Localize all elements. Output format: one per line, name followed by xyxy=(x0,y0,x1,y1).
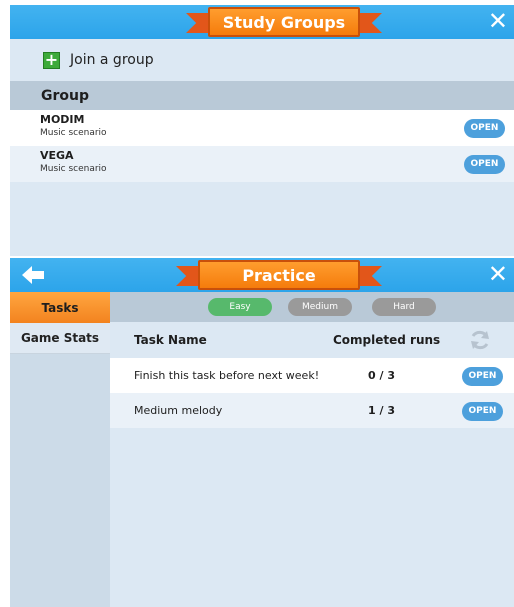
group-name: VEGA xyxy=(40,149,74,162)
open-group-button[interactable]: OPEN xyxy=(464,155,505,174)
sidebar-empty-area xyxy=(10,354,110,607)
task-completed-runs: 1 / 3 xyxy=(368,404,395,417)
study-groups-panel: Study Groups ✕ + Join a group Group MODI… xyxy=(10,5,514,256)
sidebar-tab-tasks[interactable]: Tasks xyxy=(10,292,110,323)
completed-runs-column-header: Completed runs xyxy=(333,333,441,347)
group-row: VEGA Music scenario OPEN xyxy=(10,146,514,182)
group-column-header: Group xyxy=(10,81,514,110)
practice-sidebar: Tasks Game Stats xyxy=(10,292,110,607)
difficulty-bar: Easy Medium Hard xyxy=(110,292,514,322)
join-group-label: Join a group xyxy=(70,52,154,68)
task-completed-runs: 0 / 3 xyxy=(368,369,395,382)
title-ribbon: Study Groups xyxy=(186,7,382,37)
open-task-button[interactable]: OPEN xyxy=(462,367,503,386)
close-icon[interactable]: ✕ xyxy=(488,261,508,287)
refresh-icon[interactable] xyxy=(468,329,492,351)
close-icon[interactable]: ✕ xyxy=(488,8,508,34)
task-name: Medium melody xyxy=(134,404,223,417)
practice-panel: Practice ✕ Tasks Game Stats Easy Medium … xyxy=(10,258,514,607)
open-task-button[interactable]: OPEN xyxy=(462,402,503,421)
open-group-button[interactable]: OPEN xyxy=(464,119,505,138)
practice-title-bar: Practice ✕ xyxy=(10,258,514,292)
study-groups-title-bar: Study Groups ✕ xyxy=(10,5,514,39)
task-name-column-header: Task Name xyxy=(134,333,207,347)
task-row: Finish this task before next week! 0 / 3… xyxy=(110,358,514,393)
plus-icon: + xyxy=(43,49,60,69)
task-table-header: Task Name Completed runs xyxy=(110,322,514,358)
group-name: MODIM xyxy=(40,113,85,126)
difficulty-medium-button[interactable]: Medium xyxy=(288,298,352,316)
task-row: Medium melody 1 / 3 OPEN xyxy=(110,393,514,428)
sidebar-tab-game-stats[interactable]: Game Stats xyxy=(10,323,110,354)
group-scenario: Music scenario xyxy=(40,164,107,174)
join-group-button[interactable]: + Join a group xyxy=(10,39,514,81)
title-ribbon: Practice xyxy=(176,260,382,290)
difficulty-easy-button[interactable]: Easy xyxy=(208,298,272,316)
tasks-content: Easy Medium Hard Task Name Completed run… xyxy=(110,292,514,607)
practice-title: Practice xyxy=(198,260,360,290)
group-scenario: Music scenario xyxy=(40,128,107,138)
task-list-empty-area xyxy=(110,428,514,607)
task-name: Finish this task before next week! xyxy=(134,369,320,382)
difficulty-hard-button[interactable]: Hard xyxy=(372,298,436,316)
back-arrow-icon[interactable] xyxy=(22,266,44,284)
study-groups-title: Study Groups xyxy=(208,7,360,37)
group-row: MODIM Music scenario OPEN xyxy=(10,110,514,146)
